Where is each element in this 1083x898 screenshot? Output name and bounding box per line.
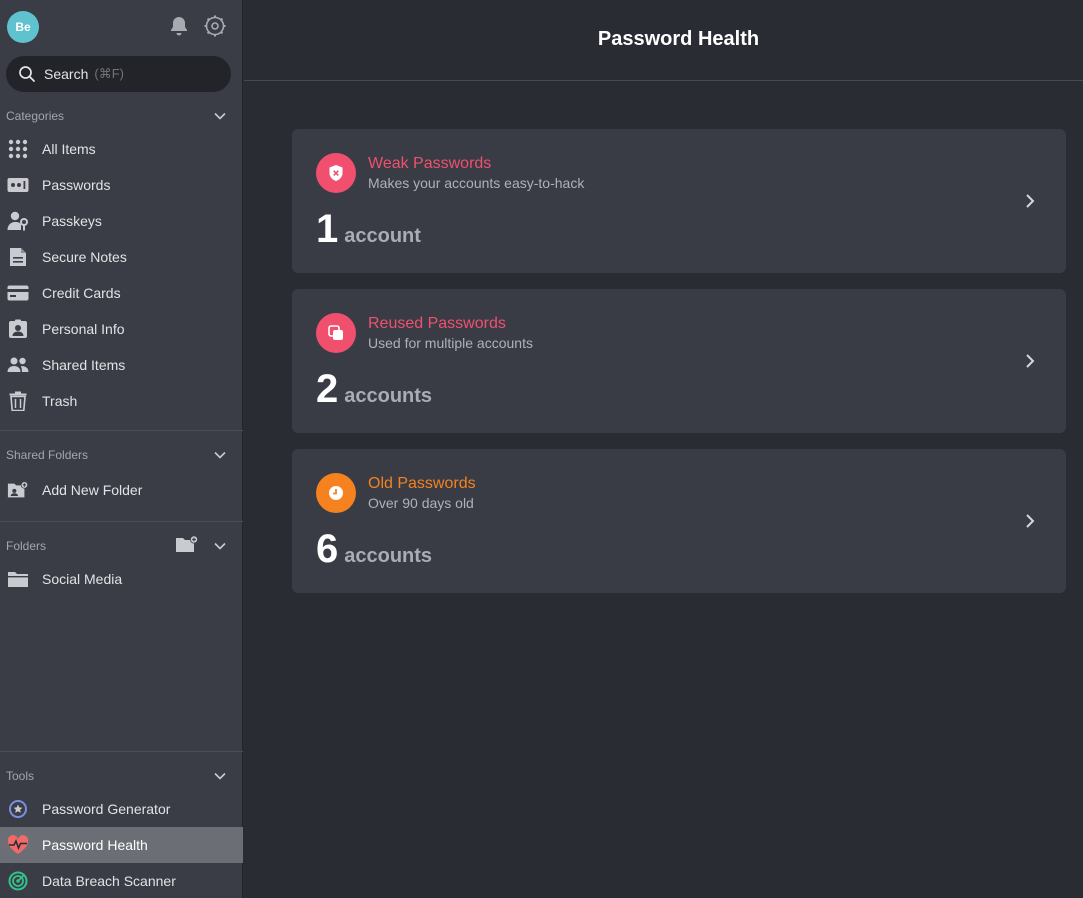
sidebar-item-label: Personal Info [42, 321, 125, 337]
password-icon [7, 175, 29, 195]
chevron-down-icon[interactable] [213, 769, 227, 783]
sidebar-item-social-media-folder[interactable]: Social Media [0, 561, 243, 597]
page-title: Password Health [597, 28, 760, 50]
card-subtitle: Over 90 days old [368, 495, 474, 511]
add-folder-icon[interactable] [175, 535, 199, 553]
account-count: 6 accounts [316, 527, 432, 572]
old-passwords-card[interactable]: Old Passwords Over 90 days old 6 account… [292, 449, 1066, 593]
sidebar-item-label: All Items [42, 141, 96, 157]
sidebar-item-data-breach-scanner[interactable]: Data Breach Scanner [0, 863, 243, 898]
chevron-down-icon[interactable] [213, 109, 227, 123]
search-shortcut-hint: (⌘F) [94, 66, 124, 81]
card-title: Reused Passwords [368, 315, 506, 332]
sidebar: Be Search (⌘F) Categories All Items Pass… [0, 0, 243, 898]
chevron-right-icon[interactable] [1022, 511, 1038, 531]
generator-icon [7, 799, 29, 819]
avatar[interactable]: Be [7, 11, 39, 43]
folders-title: Folders [6, 539, 47, 553]
sidebar-item-credit-cards[interactable]: Credit Cards [0, 275, 243, 311]
add-shared-folder-button[interactable]: Add New Folder [0, 472, 243, 508]
tools-title: Tools [6, 769, 35, 783]
heart-pulse-icon [7, 835, 29, 855]
sidebar-item-personal-info[interactable]: Personal Info [0, 311, 243, 347]
search-icon [19, 66, 35, 82]
settings-gear-icon[interactable] [203, 14, 227, 38]
divider [0, 521, 243, 522]
grid-icon [7, 139, 29, 159]
weak-passwords-card[interactable]: Weak Passwords Makes your accounts easy-… [292, 129, 1066, 273]
main-header: Password Health [244, 0, 1083, 81]
sidebar-item-all-items[interactable]: All Items [0, 131, 243, 167]
tools-header[interactable]: Tools [0, 765, 243, 787]
clock-icon [316, 473, 356, 513]
account-count: 2 accounts [316, 367, 432, 412]
id-card-icon [7, 319, 29, 339]
card-title: Old Passwords [368, 475, 476, 492]
categories-title: Categories [6, 109, 65, 123]
divider [0, 751, 243, 752]
divider [0, 430, 243, 431]
sidebar-item-label: Data Breach Scanner [42, 873, 176, 889]
chevron-down-icon[interactable] [213, 539, 227, 553]
folders-header[interactable]: Folders [0, 535, 243, 557]
add-shared-folder-icon [7, 480, 29, 500]
account-count: 1 account [316, 207, 421, 252]
categories-header[interactable]: Categories [0, 105, 243, 127]
bell-icon[interactable] [167, 14, 191, 38]
credit-card-icon [7, 283, 29, 303]
shared-folders-title: Shared Folders [6, 448, 89, 462]
folder-icon [7, 569, 29, 589]
sidebar-item-password-generator[interactable]: Password Generator [0, 791, 243, 827]
sidebar-item-trash[interactable]: Trash [0, 383, 243, 419]
count-number: 6 [316, 527, 339, 571]
sidebar-item-passwords[interactable]: Passwords [0, 167, 243, 203]
sidebar-item-label: Social Media [42, 571, 123, 587]
sidebar-item-shared-items[interactable]: Shared Items [0, 347, 243, 383]
chevron-down-icon[interactable] [213, 448, 227, 462]
count-unit: account [344, 225, 421, 247]
radar-icon [7, 871, 29, 891]
sidebar-item-password-health[interactable]: Password Health [0, 827, 243, 863]
reused-passwords-card[interactable]: Reused Passwords Used for multiple accou… [292, 289, 1066, 433]
count-number: 2 [316, 367, 339, 411]
sidebar-item-label: Passkeys [42, 213, 102, 229]
sidebar-item-passkeys[interactable]: Passkeys [0, 203, 243, 239]
chevron-right-icon[interactable] [1022, 351, 1038, 371]
people-icon [7, 355, 29, 375]
count-unit: accounts [344, 545, 433, 567]
sidebar-item-label: Credit Cards [42, 285, 121, 301]
main-content: Password Health Weak Passwords Makes you… [244, 0, 1083, 898]
shared-folders-header[interactable]: Shared Folders [0, 444, 243, 466]
trash-icon [7, 391, 29, 411]
sidebar-item-label: Trash [42, 393, 78, 409]
sidebar-topbar: Be [0, 0, 243, 54]
add-new-folder-label: Add New Folder [42, 482, 143, 498]
sidebar-item-label: Shared Items [42, 357, 126, 373]
sidebar-item-label: Passwords [42, 177, 111, 193]
shield-x-icon [316, 153, 356, 193]
sidebar-item-secure-notes[interactable]: Secure Notes [0, 239, 243, 275]
card-title: Weak Passwords [368, 155, 492, 172]
search-input[interactable]: Search (⌘F) [6, 56, 231, 92]
sidebar-item-label: Secure Notes [42, 249, 127, 265]
card-subtitle: Used for multiple accounts [368, 335, 533, 351]
count-number: 1 [316, 207, 339, 251]
copy-icon [316, 313, 356, 353]
card-subtitle: Makes your accounts easy-to-hack [368, 175, 585, 191]
count-unit: accounts [344, 385, 433, 407]
chevron-right-icon[interactable] [1022, 191, 1038, 211]
search-label: Search [44, 66, 89, 82]
passkey-icon [7, 211, 29, 231]
sidebar-item-label: Password Generator [42, 801, 171, 817]
sidebar-item-label: Password Health [42, 837, 148, 853]
note-icon [7, 247, 29, 267]
